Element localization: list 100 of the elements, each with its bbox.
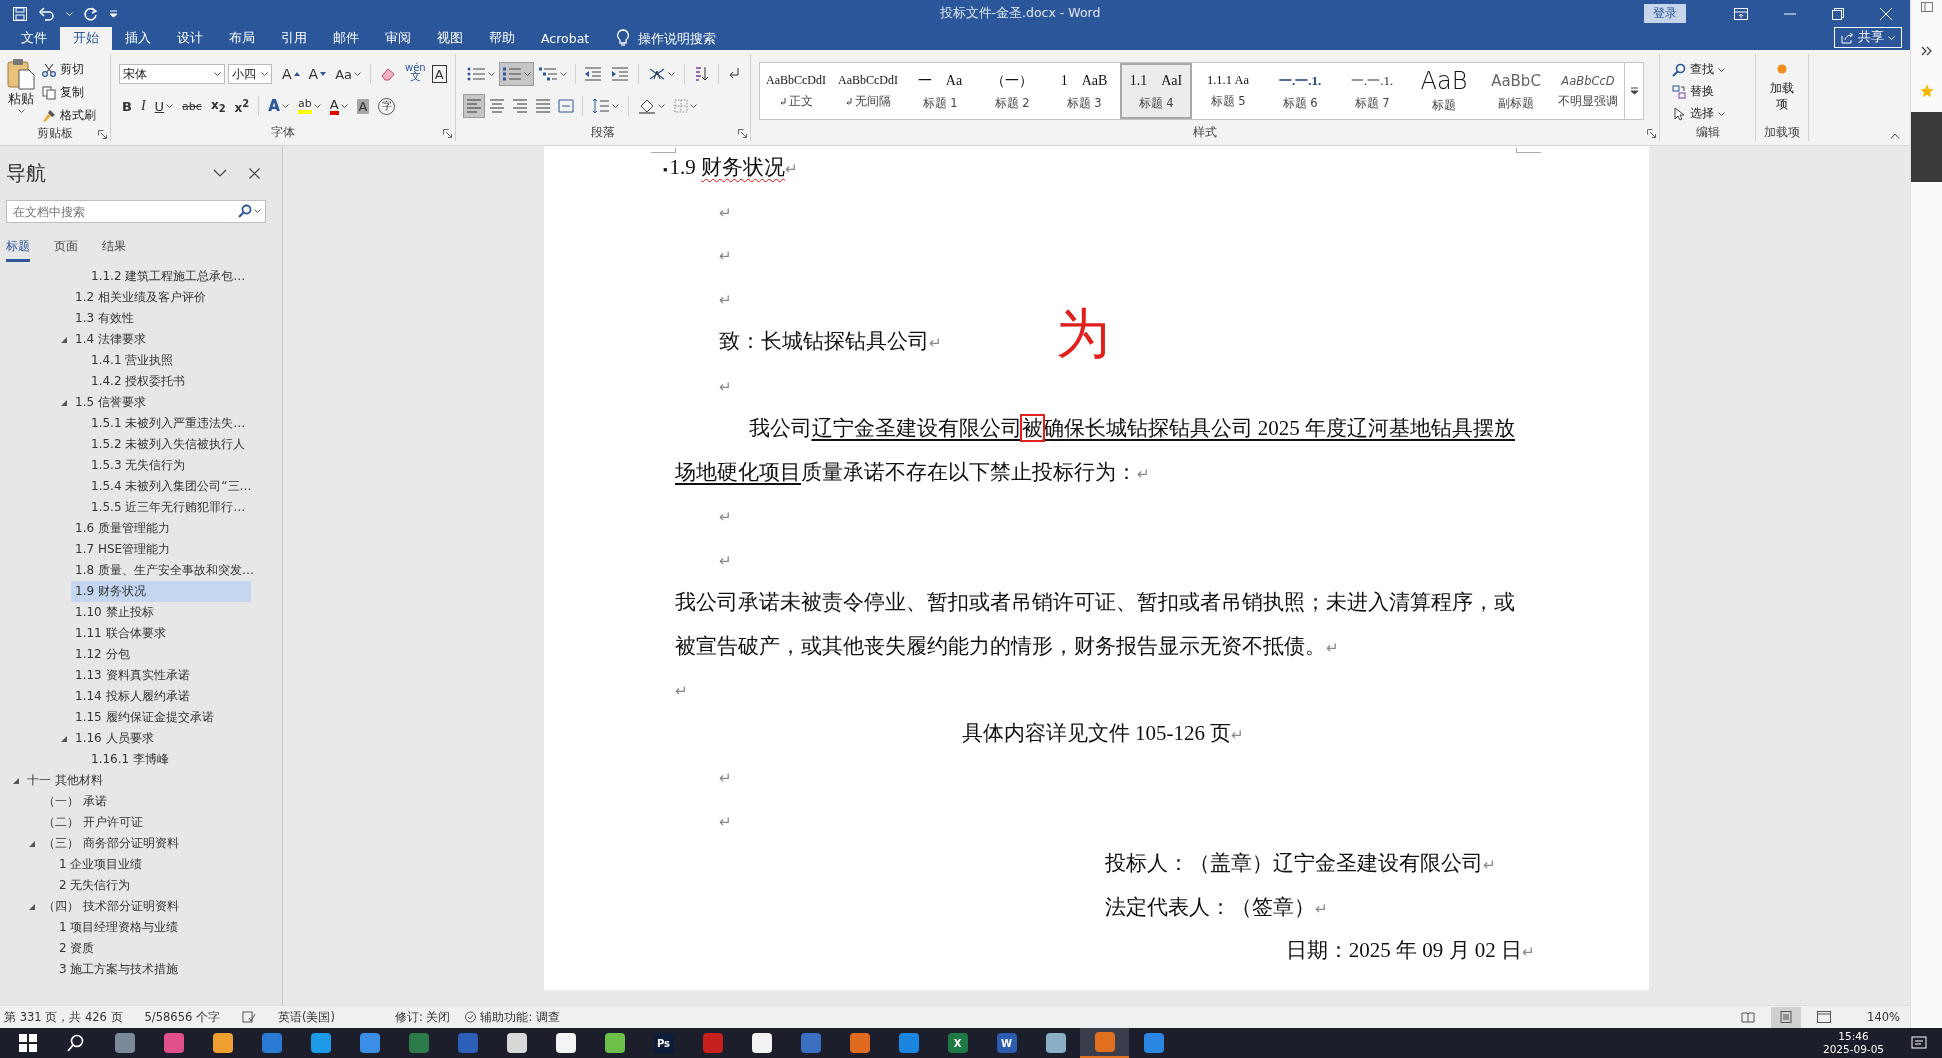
- save-icon[interactable]: [12, 5, 28, 22]
- ribbon-tab[interactable]: 开始: [60, 27, 112, 50]
- ribbon-tab[interactable]: 引用: [268, 27, 320, 50]
- outline-item[interactable]: 1.16 人员要求: [71, 728, 251, 749]
- more-styles-button[interactable]: [1625, 62, 1644, 120]
- style-tile[interactable]: AaBbCcD 不明显强调: [1552, 63, 1624, 119]
- panel-toggle-icon[interactable]: [1920, 2, 1933, 12]
- pane-tab[interactable]: 标题: [6, 238, 30, 262]
- clock[interactable]: 15:46 2025-09-05: [1822, 1030, 1884, 1056]
- word-count[interactable]: 5/58656 个字: [144, 1009, 220, 1025]
- superscript-button[interactable]: x$^{2}$: [231, 95, 253, 117]
- cut-button[interactable]: 剪切: [42, 60, 96, 79]
- font-color-button[interactable]: A: [326, 95, 351, 117]
- ribbon-tab[interactable]: Acrobat: [528, 27, 603, 50]
- outline-item[interactable]: （一） 承诺: [39, 791, 251, 812]
- outline-item[interactable]: 1.16.1 李博峰: [87, 749, 251, 770]
- taskbar-app-button[interactable]: Ps: [639, 1028, 688, 1058]
- font-size-field[interactable]: 小四: [228, 64, 272, 84]
- outline-item[interactable]: 1.5.4 未被列入集团公司“三…: [87, 476, 252, 497]
- paste-button[interactable]: 粘贴: [4, 58, 38, 125]
- style-tile[interactable]: 一.一.1. 标题 7: [1336, 63, 1408, 119]
- outline-item[interactable]: 十一 其他材料: [23, 770, 251, 791]
- taskbar-app-button[interactable]: W: [982, 1028, 1031, 1058]
- dialog-launcher-icon[interactable]: [738, 129, 747, 138]
- outline-item[interactable]: 1.1.2 建筑工程施工总承包…: [87, 266, 251, 287]
- star-icon[interactable]: [1919, 84, 1934, 98]
- outline-item[interactable]: （四） 技术部分证明资料: [39, 896, 251, 917]
- ribbon-tab[interactable]: 设计: [164, 27, 216, 50]
- style-tile[interactable]: 一 Aa 标题 1: [904, 63, 976, 119]
- outline-item[interactable]: 2 资质: [55, 938, 251, 959]
- find-button[interactable]: 查找: [1672, 60, 1755, 79]
- track-changes-status[interactable]: 修订: 关闭: [394, 1009, 451, 1025]
- replace-button[interactable]: 替换: [1672, 82, 1755, 101]
- outline-item[interactable]: 1.5.1 未被列入严重违法失…: [87, 413, 251, 434]
- strikethrough-button[interactable]: abc: [179, 95, 205, 117]
- subscript-button[interactable]: x$_{2}$: [207, 95, 229, 117]
- outline-item[interactable]: 1.4 法律要求: [71, 329, 251, 350]
- select-button[interactable]: 选择: [1672, 104, 1755, 123]
- outline-item[interactable]: 1.12 分包: [71, 644, 251, 665]
- format-painter-button[interactable]: 格式刷: [42, 106, 96, 125]
- zoom-level[interactable]: 140%: [1867, 1010, 1900, 1024]
- dialog-launcher-icon[interactable]: [1647, 129, 1656, 138]
- text-effects-button[interactable]: A: [265, 95, 292, 117]
- style-tile[interactable]: 一.一.1. 标题 6: [1264, 63, 1336, 119]
- ribbon-display-options-icon[interactable]: [1734, 7, 1748, 20]
- style-tile[interactable]: （一） 标题 2: [976, 63, 1048, 119]
- ribbon-tab[interactable]: 邮件: [320, 27, 372, 50]
- outline-item[interactable]: 1.8 质量、生产安全事故和突发…: [71, 560, 254, 581]
- notification-icon[interactable]: [1911, 1035, 1927, 1051]
- outline-item[interactable]: 2 无失信行为: [55, 875, 251, 896]
- copy-button[interactable]: 复制: [42, 83, 96, 102]
- list-button[interactable]: [500, 63, 533, 85]
- restore-icon[interactable]: [1832, 7, 1844, 20]
- outline-item[interactable]: 1.4.1 营业执照: [87, 350, 251, 371]
- outline-item[interactable]: 1.3 有效性: [71, 308, 251, 329]
- pane-tab[interactable]: 结果: [102, 238, 126, 262]
- highlight-button[interactable]: ab: [294, 95, 324, 117]
- proofing-icon[interactable]: [241, 1011, 256, 1023]
- customize-toolbar-icon[interactable]: [109, 9, 118, 18]
- outline-item[interactable]: 1.10 禁止投标: [71, 602, 251, 623]
- ribbon-tab[interactable]: 布局: [216, 27, 268, 50]
- page-count[interactable]: 第 331 页，共 426 页: [4, 1009, 123, 1025]
- style-tile[interactable]: 1.1 AaI 标题 4: [1120, 63, 1192, 119]
- ribbon-tab[interactable]: 审阅: [372, 27, 424, 50]
- outline-item[interactable]: 1.7 HSE管理能力: [71, 539, 251, 560]
- language-indicator[interactable]: 英语(美国): [277, 1009, 335, 1025]
- print-layout-button[interactable]: [1771, 1006, 1802, 1028]
- phonetic-guide-button[interactable]: wén 文: [402, 63, 429, 85]
- outline-item[interactable]: 1.5.2 未被列入失信被执行人: [87, 434, 251, 455]
- collapse-ribbon-icon[interactable]: [1890, 133, 1900, 139]
- outline-item[interactable]: 1.13 资料真实性承诺: [71, 665, 251, 686]
- double-chevron-icon[interactable]: [1920, 46, 1933, 56]
- character-border-button[interactable]: A: [431, 65, 447, 83]
- outline-item[interactable]: 1.6 质量管理能力: [71, 518, 251, 539]
- chevron-down-icon[interactable]: [213, 169, 227, 177]
- grow-font-button[interactable]: A: [279, 63, 303, 85]
- style-tile[interactable]: 1.1.1 Aa 标题 5: [1192, 63, 1264, 119]
- style-tile[interactable]: AaB 标题: [1408, 63, 1480, 119]
- dialog-launcher-icon[interactable]: [98, 130, 107, 139]
- font-name-field[interactable]: 宋体: [119, 64, 225, 84]
- add-ins-button[interactable]: 加载项: [1768, 64, 1796, 123]
- style-tile[interactable]: AaBbCcDdI 正文: [760, 63, 832, 119]
- dialog-launcher-icon[interactable]: [443, 129, 452, 138]
- outline-item[interactable]: 1.5.3 无失信行为: [87, 455, 251, 476]
- pane-tab[interactable]: 页面: [54, 238, 78, 262]
- windows-start-icon[interactable]: [19, 1034, 37, 1052]
- accessibility-status[interactable]: 辅助功能: 调查: [464, 1009, 560, 1025]
- close-icon[interactable]: [249, 167, 260, 179]
- redo-icon[interactable]: [83, 5, 99, 22]
- underline-button[interactable]: U: [151, 95, 177, 117]
- search-icon[interactable]: [238, 204, 252, 218]
- ribbon-tab[interactable]: 帮助: [476, 27, 528, 50]
- style-tile[interactable]: AaBbC 副标题: [1480, 63, 1552, 119]
- outline-item[interactable]: 1.5.5 近三年无行贿犯罪行…: [87, 497, 251, 518]
- search-field[interactable]: 在文档中搜索: [6, 200, 266, 223]
- outline-item[interactable]: 3 施工方案与技术措施: [55, 959, 251, 980]
- outline-item[interactable]: 1.11 联合体要求: [71, 623, 251, 644]
- ribbon-tab[interactable]: 插入: [112, 27, 164, 50]
- change-case-button[interactable]: Aa: [332, 63, 364, 85]
- italic-button[interactable]: I: [137, 95, 149, 117]
